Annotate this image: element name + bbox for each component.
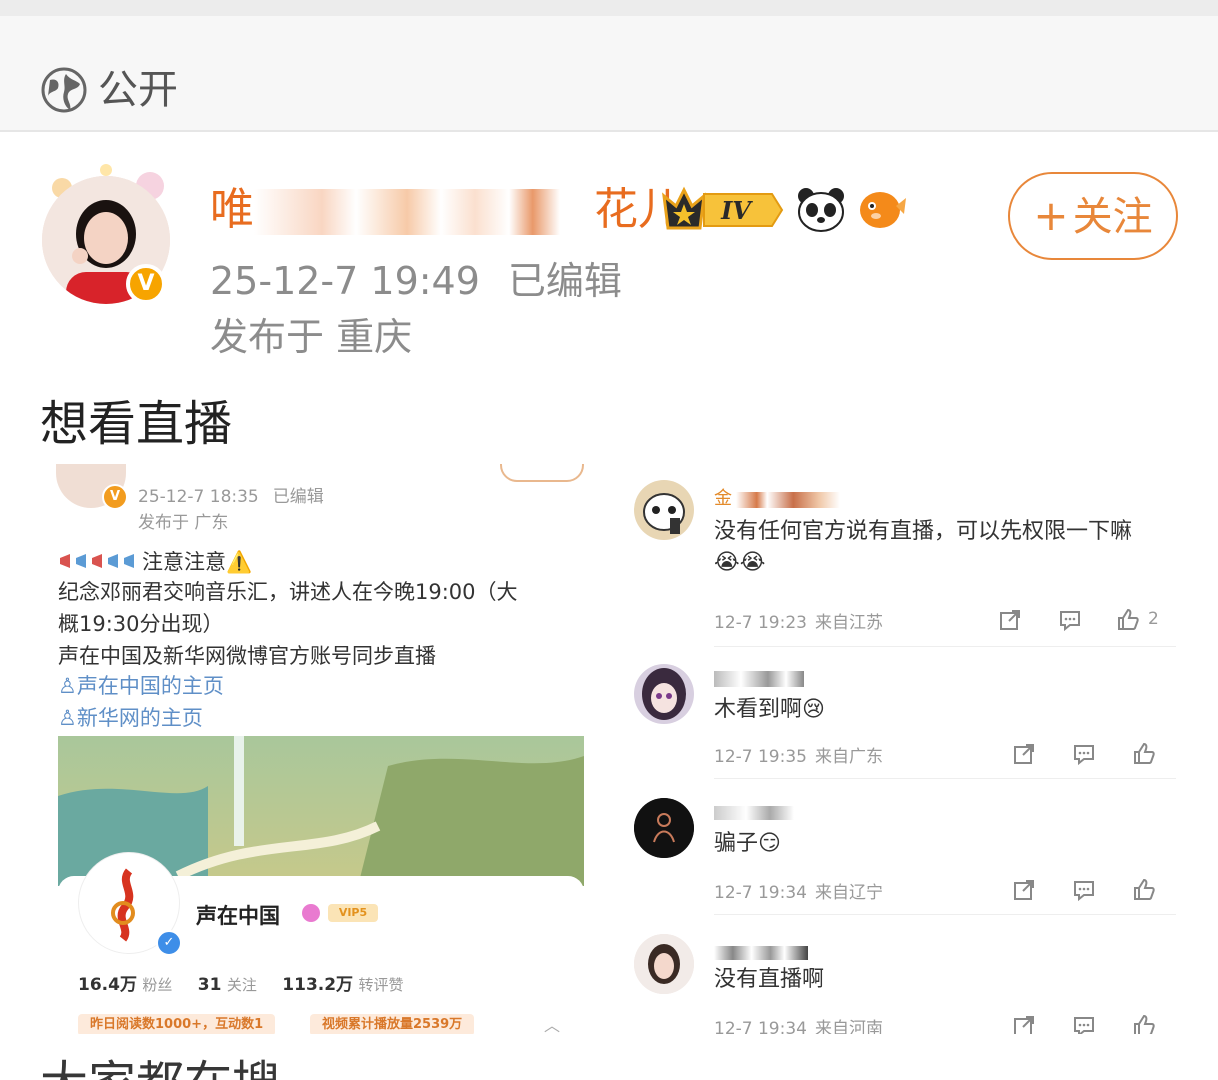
blurred-username: [714, 670, 804, 687]
follow-button[interactable]: + 关注: [1008, 172, 1178, 260]
globe-icon: [41, 67, 87, 113]
visibility-bar[interactable]: 公开: [0, 16, 1218, 132]
post-location: 发布于 重庆: [210, 315, 413, 359]
embedded-meta-time: 25-12-7 18:35 已编辑: [138, 482, 324, 507]
like-icon[interactable]: [1132, 1014, 1156, 1034]
embedded-line-3: 概19:30分出现）: [58, 612, 224, 636]
visibility-label: 公开: [98, 67, 178, 113]
post-meta-time: 25-12-7 19:49 已编辑: [210, 258, 622, 304]
embedded-time: 25-12-7 18:35: [138, 487, 259, 507]
comment-avatar: [634, 480, 694, 540]
comment-text: 木看到啊😢: [714, 697, 825, 722]
profile-pill-1: 昨日阅读数1000+，互动数1: [78, 1014, 276, 1034]
share-icon[interactable]: [1012, 742, 1036, 766]
embedded-edited: 已编辑: [272, 487, 324, 507]
top-strip: [0, 0, 1218, 16]
user-icon: ♙: [58, 706, 77, 730]
blurred-username: [736, 491, 840, 508]
comment-icon[interactable]: [1072, 878, 1096, 902]
panda-icon: [798, 188, 844, 232]
author-avatar[interactable]: V: [32, 158, 180, 310]
comment-meta: 12-7 19:35 来自广东: [714, 747, 883, 767]
comment-avatar: [634, 798, 694, 858]
share-icon[interactable]: [1012, 878, 1036, 902]
comment-icon[interactable]: [1072, 1014, 1096, 1034]
profile-stats: 16.4万 粉丝 31 关注 113.2万 转评赞: [78, 975, 404, 995]
embedded-verified-badge: V: [102, 484, 128, 510]
level-crown-badge: IV: [662, 186, 784, 230]
blurred-name-segment: [254, 189, 594, 235]
comment-avatar: [634, 934, 694, 994]
profile-pill-2: 视频累计播放量2539万: [310, 1014, 475, 1034]
share-icon[interactable]: [1012, 1014, 1036, 1034]
comment-meta: 12-7 19:34 来自河南: [714, 1019, 883, 1034]
comment-avatar: [634, 664, 694, 724]
plus-icon: +: [1033, 191, 1069, 240]
author-name-start: 唯: [210, 184, 254, 235]
embedded-screenshot-comments[interactable]: 金 没有任何官方说有直播，可以先权限一下嘛😭😭 12-7 19:23 来自江苏 2…: [620, 464, 1192, 1034]
embedded-location: 发布于 广东: [138, 513, 229, 533]
comment-icon[interactable]: [1058, 608, 1082, 632]
embedded-line-4: 声在中国及新华网微博官方账号同步直播: [58, 644, 436, 668]
profile-vip-badge: VIP5: [328, 904, 378, 922]
chevron-up-icon: ︿: [544, 1016, 561, 1034]
edited-label[interactable]: 已编辑: [508, 259, 622, 303]
embedded-follow-button: [500, 464, 584, 482]
comment-text: 没有任何官方说有直播，可以先权限一下嘛😭😭: [714, 519, 1133, 575]
comment-meta: 12-7 19:34 来自辽宁: [714, 883, 883, 903]
author-name[interactable]: 唯花儿: [210, 182, 682, 238]
comment-username: [714, 668, 804, 688]
embedded-line-1: 注意注意⚠️: [58, 546, 252, 576]
comment-divider: [714, 914, 1176, 915]
profile-badge-icon: [302, 904, 320, 922]
blurred-username: [714, 945, 808, 960]
comment-divider: [714, 646, 1176, 647]
section-title-trending-search: 大家都在搜: [40, 1056, 280, 1080]
verified-badge: V: [126, 264, 166, 304]
comment-username: [714, 802, 794, 822]
profile-name: 声在中国: [196, 904, 280, 928]
comment-text: 没有直播啊: [714, 967, 825, 992]
like-icon[interactable]: [1116, 608, 1140, 632]
megaphone-icon: [60, 554, 134, 568]
profile-verified-badge: ✓: [156, 930, 182, 956]
comment-username: [714, 942, 808, 962]
like-icon[interactable]: [1132, 742, 1156, 766]
embedded-line-1-text: 注意注意⚠️: [142, 550, 253, 574]
like-icon[interactable]: [1132, 878, 1156, 902]
embedded-link-1: ♙声在中国的主页: [58, 674, 224, 698]
comment-text: 骗子😏: [714, 831, 781, 856]
post-time: 25-12-7 19:49: [210, 259, 480, 303]
embedded-line-2: 纪念邓丽君交响音乐汇，讲述人在今晚19:00（大: [58, 580, 518, 604]
user-icon: ♙: [58, 674, 77, 698]
level-text: IV: [720, 196, 753, 225]
follow-label: 关注: [1072, 194, 1153, 240]
share-icon[interactable]: [998, 608, 1022, 632]
comment-icon[interactable]: [1072, 742, 1096, 766]
embedded-link-2: ♙新华网的主页: [58, 706, 203, 730]
post-text: 想看直播: [40, 396, 233, 452]
comment-meta: 12-7 19:23 来自江苏: [714, 613, 883, 633]
pufferfish-icon: [860, 192, 906, 228]
comment-divider: [714, 778, 1176, 779]
comment-username: 金: [714, 484, 840, 509]
like-count: 2: [1148, 609, 1159, 629]
embedded-screenshot-post[interactable]: V 25-12-7 18:35 已编辑 发布于 广东 注意注意⚠️ 纪念邓丽君交响…: [40, 464, 604, 1034]
blurred-username: [714, 805, 794, 820]
